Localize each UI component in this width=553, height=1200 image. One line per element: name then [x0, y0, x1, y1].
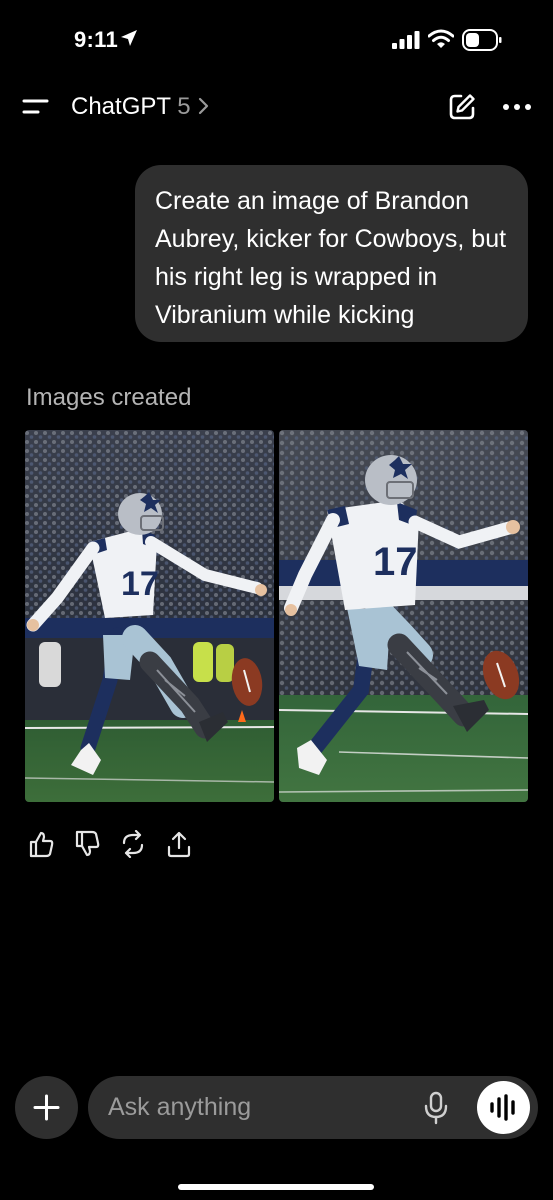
voice-mode-button[interactable] [477, 1081, 530, 1134]
kicker-illustration: 17 [279, 430, 528, 802]
location-arrow-icon [121, 30, 137, 46]
regenerate-icon[interactable] [120, 830, 146, 858]
plus-icon [33, 1094, 60, 1121]
menu-icon[interactable] [20, 94, 50, 118]
message-composer [88, 1076, 538, 1139]
jersey-number: 17 [121, 565, 159, 603]
home-indicator[interactable] [178, 1184, 374, 1190]
signal-icon [392, 31, 420, 49]
message-input[interactable] [108, 1076, 408, 1139]
user-message-bubble[interactable]: Create an image of Brandon Aubrey, kicke… [135, 165, 528, 342]
thumbs-up-icon[interactable] [28, 830, 54, 858]
wifi-icon [428, 29, 454, 48]
attach-button[interactable] [15, 1076, 78, 1139]
mic-icon[interactable] [423, 1091, 449, 1125]
status-bar: 9:11 [0, 0, 553, 84]
chevron-right-icon[interactable] [197, 97, 209, 115]
battery-icon [462, 29, 502, 51]
images-created-label: Images created [26, 384, 192, 411]
more-icon[interactable] [502, 102, 532, 112]
user-message-text: Create an image of Brandon Aubrey, kicke… [155, 187, 507, 329]
kicker-illustration: 17 [25, 430, 274, 802]
new-chat-icon[interactable] [447, 92, 477, 122]
generated-image-1[interactable]: 17 [25, 430, 274, 802]
model-selector[interactable]: ChatGPT 5 [71, 93, 191, 121]
status-time: 9:11 [74, 27, 119, 52]
chat-header: ChatGPT 5 [0, 84, 553, 130]
generated-image-2[interactable]: 17 [279, 430, 528, 802]
share-icon[interactable] [166, 830, 192, 858]
model-version: 5 [177, 93, 191, 120]
voice-mode-icon [490, 1094, 515, 1121]
app-title: ChatGPT [71, 93, 171, 120]
thumbs-down-icon[interactable] [74, 830, 100, 858]
jersey-number: 17 [373, 540, 418, 584]
